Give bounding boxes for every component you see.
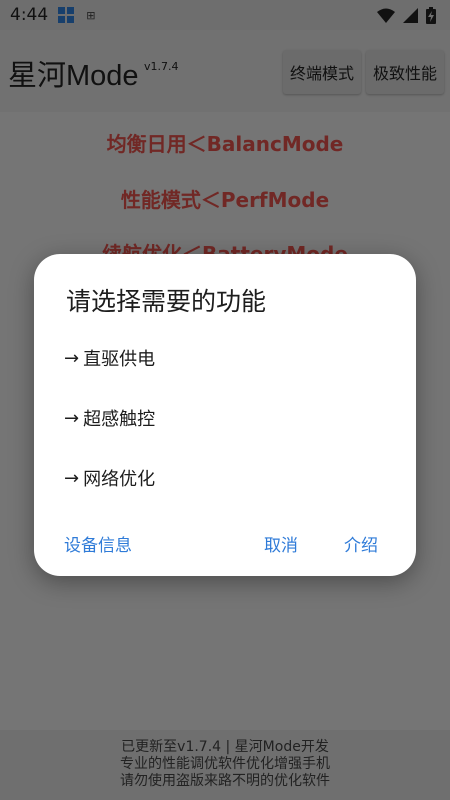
cancel-button[interactable]: 取消 (264, 531, 298, 556)
function-dialog: 请选择需要的功能 → 直驱供电 → 超感触控 → 网络优化 设备信息 取消 介绍 (34, 254, 416, 576)
dialog-title: 请选择需要的功能 (66, 287, 267, 316)
device-info-button[interactable]: 设备信息 (64, 531, 132, 556)
arrow-right-icon: → (64, 347, 80, 369)
intro-button[interactable]: 介绍 (344, 531, 378, 556)
option-direct-power[interactable]: → 直驱供电 (64, 345, 155, 371)
arrow-right-icon: → (64, 407, 80, 429)
arrow-right-icon: → (64, 467, 80, 489)
option-label: 超感触控 (83, 409, 156, 430)
option-label: 直驱供电 (83, 349, 156, 370)
option-network[interactable]: → 网络优化 (64, 465, 155, 491)
option-touch[interactable]: → 超感触控 (64, 405, 155, 431)
option-label: 网络优化 (83, 469, 156, 490)
